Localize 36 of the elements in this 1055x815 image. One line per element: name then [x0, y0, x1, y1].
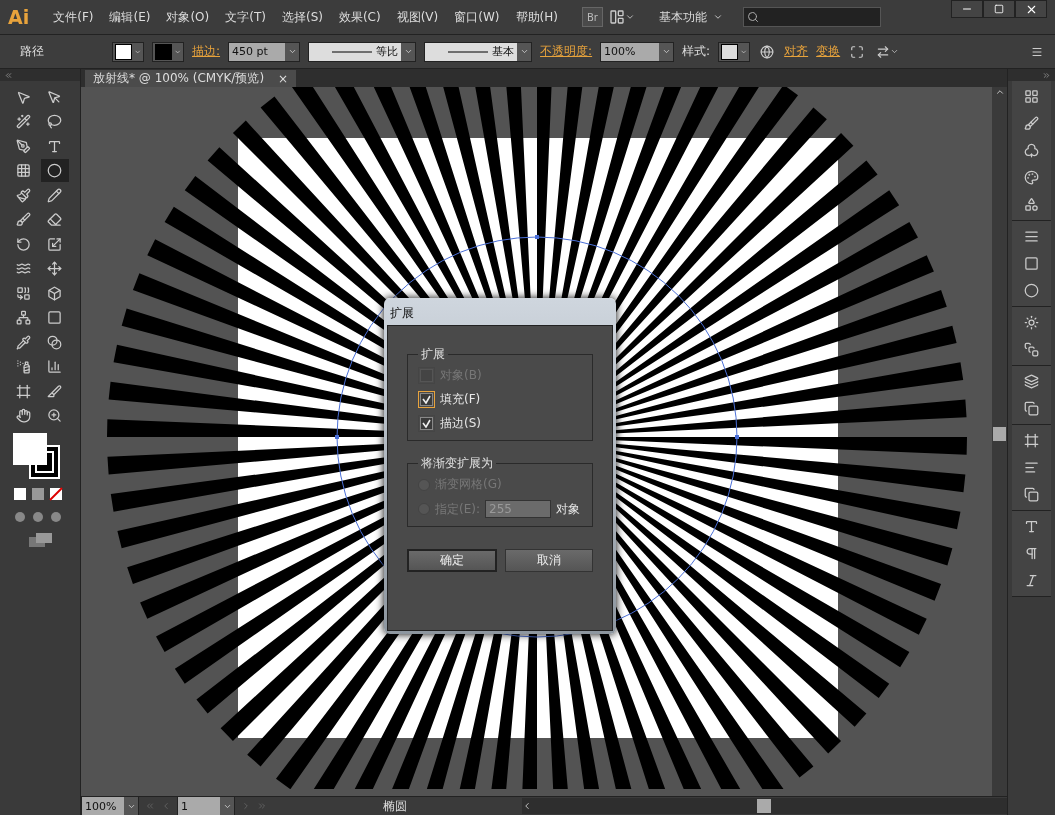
bridge-button[interactable]: Br [581, 7, 603, 27]
close-tab-button[interactable]: × [278, 71, 289, 86]
group-label: 将渐变扩展为 [420, 455, 494, 472]
menu-item[interactable]: 窗口(W) [448, 6, 506, 28]
opacity-link[interactable]: 不透明度: [540, 43, 593, 60]
workspace-switcher[interactable]: 基本功能 [652, 7, 729, 27]
dialog-button[interactable]: 取消 [505, 549, 593, 572]
group-label: 扩展 [420, 346, 446, 363]
dialog-button[interactable]: 确定 [407, 549, 497, 572]
checkbox-label: 描边(S) [440, 415, 481, 432]
align-link[interactable]: 对齐 [784, 43, 809, 60]
zoom-field[interactable]: 100% [81, 796, 139, 815]
stroke-link[interactable]: 描边: [192, 43, 221, 60]
menu-item[interactable]: 对象(O) [160, 6, 216, 28]
transform-link[interactable]: 变换 [816, 43, 841, 60]
app-logo: Ai [8, 6, 30, 28]
status-text: 椭圆 [381, 797, 408, 815]
brush-definition[interactable]: 基本 [424, 41, 533, 62]
checkbox-label: 填充(F) [440, 391, 481, 408]
selection-label: 路径 [20, 43, 44, 60]
variable-width-profile[interactable]: 等比 [308, 41, 417, 62]
menu-item[interactable]: 效果(C) [332, 6, 387, 28]
menu-item[interactable]: 文件(F) [47, 6, 100, 28]
opacity-field[interactable]: 100% [600, 41, 675, 62]
dialog-title: 扩展 [389, 304, 415, 322]
menu-item[interactable]: 编辑(E) [103, 6, 157, 28]
menu-item[interactable]: 视图(V) [390, 6, 445, 28]
document-title: 放射线* @ 100% (CMYK/预览) [93, 70, 265, 87]
menu-item[interactable]: 文字(T) [219, 6, 272, 28]
style-label: 样式: [682, 43, 711, 60]
menu-item[interactable]: 选择(S) [275, 6, 329, 28]
menu-item[interactable]: 帮助(H) [509, 6, 564, 28]
suffix-label: 对象 [556, 500, 580, 518]
stroke-weight-field[interactable]: 450 pt [228, 41, 301, 62]
page-field[interactable]: 1 [177, 796, 235, 815]
document-tab[interactable]: 放射线* @ 100% (CMYK/预览) × [85, 70, 297, 87]
